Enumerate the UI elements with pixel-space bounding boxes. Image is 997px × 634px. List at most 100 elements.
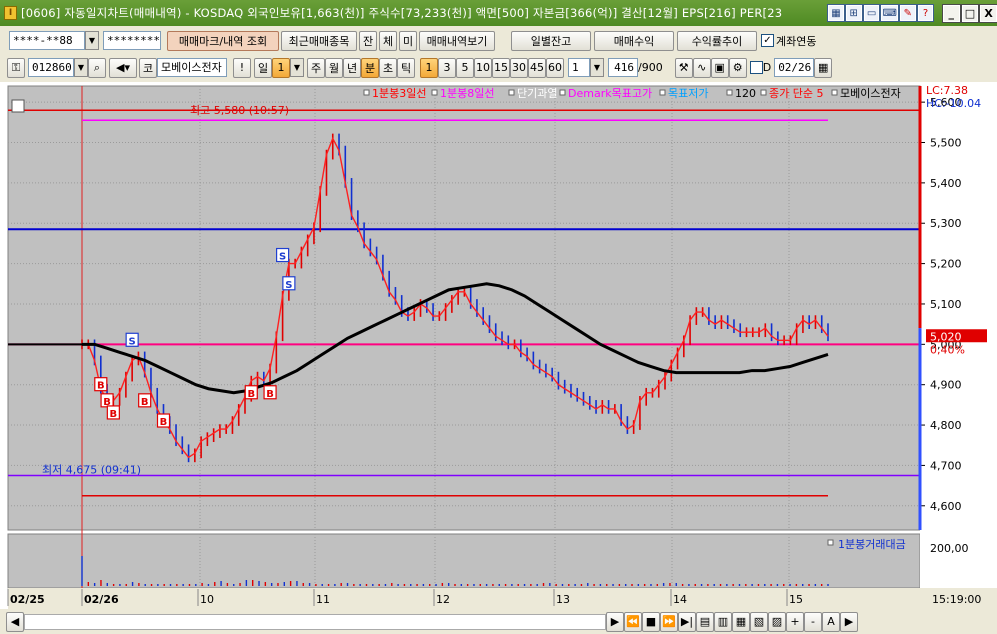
scroll-right-icon[interactable]: ▶	[840, 611, 858, 632]
chart-area[interactable]: 5,600 5,500 5,400 5,300 5,200 5,100 5,000 4,900…	[0, 82, 997, 634]
recent-items-button[interactable]: 최근매매종목	[281, 30, 357, 51]
period-value[interactable]: 1	[272, 57, 290, 78]
password-field[interactable]: ********	[103, 31, 161, 50]
d-checkbox[interactable]	[749, 61, 763, 74]
sound-icon[interactable]: ◀▾	[109, 57, 137, 78]
save-icon[interactable]: ▣	[710, 57, 729, 78]
account-field[interactable]: ****-**88	[9, 31, 85, 50]
return-trend-button[interactable]: 수익률추이	[677, 30, 757, 51]
unfilled-toggle[interactable]: 미	[399, 30, 417, 51]
pen-icon[interactable]: ✎	[898, 4, 917, 22]
period-month-button[interactable]: 월	[325, 57, 343, 78]
minimize-button[interactable]: _	[941, 3, 961, 23]
zoom-out-button[interactable]: -	[804, 611, 822, 632]
settings-icon[interactable]: ⚙	[728, 57, 747, 78]
window-title: [0606] 자동일지차트(매매내역) - KOSDAQ 외국인보유[1,663…	[21, 6, 783, 20]
scroll-bar[interactable]: ◀ ▶ ⏪ ■ ⏩ ▶| ▤ ▥ ▦ ▧ ▨ + - A ▶	[0, 609, 997, 634]
layout-5-icon[interactable]: ▨	[768, 611, 786, 632]
trade-mark-button[interactable]: 매매마크/내역 조회	[167, 30, 279, 51]
font-button[interactable]: A	[822, 611, 840, 632]
step-icon[interactable]: ▶|	[678, 611, 696, 632]
legend-swatch	[659, 89, 666, 96]
stock-code-input[interactable]: 012860	[28, 58, 74, 77]
account-toolbar: ****-**88 ▼ ******** 매매마크/내역 조회 최근매매종목 잔…	[0, 28, 997, 53]
legend-item: 모베이스전자	[840, 87, 901, 100]
custom-interval-input[interactable]: 1	[568, 58, 590, 77]
stock-code-dropdown-icon[interactable]: ▼	[74, 58, 88, 77]
fill-toggle[interactable]: 체	[379, 30, 397, 51]
count-input[interactable]: 416	[608, 58, 638, 77]
interval-button[interactable]: 15	[492, 57, 510, 78]
window-icon[interactable]: ▭	[862, 4, 881, 22]
marker-label: B	[247, 389, 255, 400]
close-button[interactable]: X	[979, 3, 997, 23]
interval-button[interactable]: 60	[546, 57, 564, 78]
trade-profit-button[interactable]: 매매수익	[594, 30, 674, 51]
period-year-button[interactable]: 년	[343, 57, 361, 78]
layout-2-icon[interactable]: ▥	[714, 611, 732, 632]
layout-4-icon[interactable]: ▧	[750, 611, 768, 632]
period-minute-button[interactable]: 분	[361, 57, 379, 78]
play-button[interactable]: ▶	[606, 611, 624, 632]
period-second-button[interactable]: 초	[379, 57, 397, 78]
interval-button[interactable]: 45	[528, 57, 546, 78]
zoom-in-button[interactable]: +	[786, 611, 804, 632]
y-tick-label: 4,700	[930, 459, 962, 472]
indicator-icon[interactable]: ∿	[692, 57, 711, 78]
account-dropdown-icon[interactable]: ▼	[85, 31, 99, 50]
maximize-button[interactable]: □	[960, 3, 980, 23]
layout-3-icon[interactable]: ▦	[732, 611, 750, 632]
time-axis-panel	[8, 588, 997, 609]
app-icon: I	[4, 6, 18, 20]
y-tick-label: 5,500	[930, 137, 962, 150]
legend-swatch	[508, 89, 515, 96]
account-link-checkbox[interactable]: ✓	[761, 34, 774, 47]
stock-name-field[interactable]: 모베이스전자	[157, 58, 227, 77]
marker-label: S	[279, 252, 286, 263]
link-icon[interactable]: ⊞	[844, 4, 863, 22]
lock-icon[interactable]: ⚿	[7, 57, 25, 78]
volume-panel	[7, 533, 921, 589]
daily-balance-button[interactable]: 일별잔고	[511, 30, 591, 51]
period-week-button[interactable]: 주	[307, 57, 325, 78]
scroll-track[interactable]	[24, 613, 606, 630]
scroll-left-icon[interactable]: ◀	[6, 611, 24, 632]
interval-button[interactable]: 5	[456, 57, 474, 78]
alert-button[interactable]: !	[233, 57, 251, 78]
marker-label: B	[160, 417, 168, 428]
market-label[interactable]: 코	[139, 57, 157, 78]
stop-button[interactable]: ■	[642, 611, 660, 632]
layout-1-icon[interactable]: ▤	[696, 611, 714, 632]
y-tick-label: 5,100	[930, 298, 962, 311]
price-chart[interactable]: 5,6005,5005,4005,3005,2005,1005,0004,900…	[0, 82, 997, 609]
custom-interval-dropdown-icon[interactable]: ▼	[590, 58, 604, 77]
volume-tick-label: 200,00	[930, 542, 969, 555]
help-icon[interactable]: ?	[916, 4, 935, 22]
current-change-label: 0,40%	[930, 343, 965, 356]
legend-item: 목표저가	[668, 87, 708, 100]
calendar-icon[interactable]: ▦	[814, 57, 833, 78]
interval-button[interactable]: 3	[438, 57, 456, 78]
interval-button[interactable]: 1	[420, 57, 438, 78]
period-tick-button[interactable]: 틱	[397, 57, 415, 78]
marker-label: S	[129, 336, 136, 347]
y-tick-label: 4,800	[930, 419, 962, 432]
search-icon[interactable]: ⌕	[88, 57, 106, 78]
time-label: 15:19:00	[932, 593, 981, 606]
view-history-button[interactable]: 매매내역보기	[419, 30, 495, 51]
legend-swatch	[431, 89, 438, 96]
period-day-button[interactable]: 일	[254, 57, 272, 78]
balance-toggle[interactable]: 잔	[359, 30, 377, 51]
low-annotation: 최저 4,675 (09:41)	[42, 464, 141, 477]
interval-button[interactable]: 30	[510, 57, 528, 78]
tools-icon[interactable]: ⚒	[674, 57, 693, 78]
x-tick-label: 02/26	[84, 593, 119, 606]
y-tick-label: 5,300	[930, 217, 962, 230]
interval-button[interactable]: 10	[474, 57, 492, 78]
period-dropdown-icon[interactable]: ▼	[290, 58, 304, 77]
forward-icon[interactable]: ⏩	[660, 611, 678, 632]
date-input[interactable]: 02/26	[774, 58, 815, 77]
rewind-icon[interactable]: ⏪	[624, 611, 642, 632]
layout-icon[interactable]: ▦	[827, 4, 845, 22]
keyboard-icon[interactable]: ⌨	[880, 4, 899, 22]
